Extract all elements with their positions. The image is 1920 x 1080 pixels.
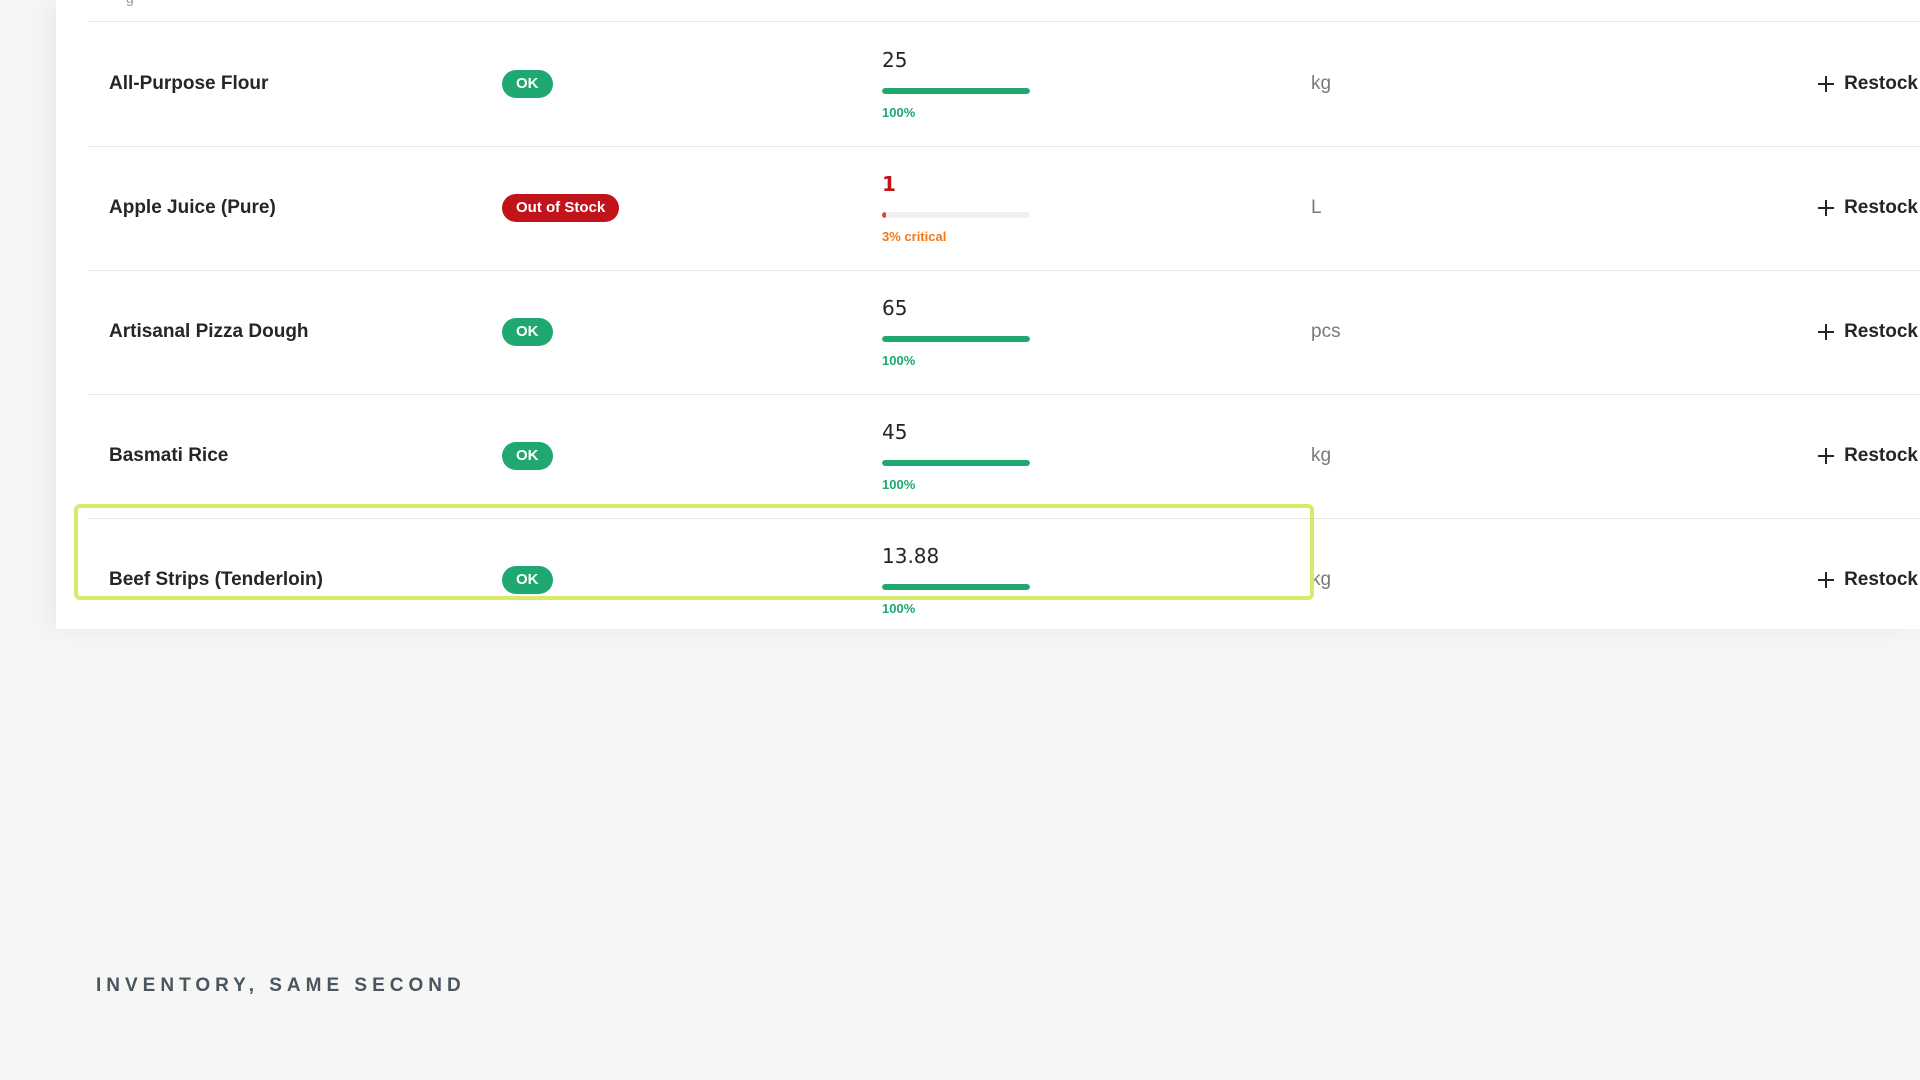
quantity-cell: 65 100%	[882, 270, 1042, 394]
item-name: Apple Juice (Pure)	[109, 197, 276, 218]
plus-icon	[1818, 200, 1835, 216]
inventory-panel: g All-Purpose Flour OK 25 100% kg Restoc…	[56, 0, 1920, 629]
stock-level-bar	[882, 212, 1030, 218]
table-row: Apple Juice (Pure) Out of Stock 1 3% cri…	[88, 146, 1920, 271]
plus-icon	[1818, 324, 1835, 340]
item-name: Beef Strips (Tenderloin)	[109, 569, 323, 590]
item-name: All-Purpose Flour	[109, 73, 269, 94]
restock-button[interactable]: Restock	[1810, 67, 1920, 101]
quantity-value: 45	[882, 420, 908, 444]
stock-level-fill	[882, 584, 1030, 590]
quantity-value: 25	[882, 48, 908, 72]
status-badge: OK	[502, 318, 553, 346]
restock-label: Restock	[1844, 569, 1918, 590]
restock-label: Restock	[1844, 197, 1918, 218]
stock-level-label: 100%	[882, 601, 916, 616]
quantity-cell: 1 3% critical	[882, 146, 1042, 270]
restock-button[interactable]: Restock	[1810, 191, 1920, 225]
screen: g All-Purpose Flour OK 25 100% kg Restoc…	[0, 0, 1920, 1080]
quantity-cell: 25 100%	[882, 22, 1042, 146]
restock-button[interactable]: Restock	[1810, 315, 1920, 349]
restock-button[interactable]: Restock	[1810, 439, 1920, 473]
stock-level-label: 100%	[882, 353, 916, 368]
stock-level-fill	[882, 88, 1030, 94]
restock-label: Restock	[1844, 73, 1918, 94]
table-row: All-Purpose Flour OK 25 100% kg Restock	[88, 22, 1920, 147]
stock-level-label: 100%	[882, 477, 916, 492]
status-badge: Out of Stock	[502, 194, 620, 222]
table-row: Beef Strips (Tenderloin) OK 13.88 100% k…	[88, 518, 1920, 629]
table-row: Basmati Rice OK 45 100% kg Restock	[88, 394, 1920, 519]
plus-icon	[1818, 76, 1835, 92]
unit-label: kg	[1311, 445, 1332, 466]
stock-level-fill	[882, 460, 1030, 466]
status-badge: OK	[502, 566, 553, 594]
unit-label: kg	[1311, 569, 1332, 590]
table-row: Artisanal Pizza Dough OK 65 100% pcs Res…	[88, 270, 1920, 395]
stock-level-label: 3% critical	[882, 229, 947, 244]
unit-label: pcs	[1311, 321, 1341, 342]
quantity-cell: 45 100%	[882, 394, 1042, 518]
stock-level-bar	[882, 460, 1030, 466]
stock-level-bar	[882, 88, 1030, 94]
restock-button[interactable]: Restock	[1810, 563, 1920, 597]
quantity-value: 1	[882, 172, 896, 196]
unit-label: kg	[1311, 73, 1332, 94]
quantity-cell: 13.88 100%	[882, 518, 1042, 629]
plus-icon	[1818, 448, 1835, 464]
unit-label: L	[1311, 197, 1322, 218]
status-badge: OK	[502, 70, 553, 98]
quantity-value: 13.88	[882, 544, 940, 568]
item-name: Basmati Rice	[109, 445, 229, 466]
stock-level-label: 100%	[882, 105, 916, 120]
item-name: Artisanal Pizza Dough	[109, 321, 309, 342]
stock-level-fill	[882, 212, 887, 218]
restock-label: Restock	[1844, 445, 1918, 466]
stock-level-bar	[882, 584, 1030, 590]
header-fragment: g	[126, 0, 134, 6]
stock-level-bar	[882, 336, 1030, 342]
caption-text: INVENTORY, SAME SECOND	[96, 975, 466, 996]
stock-level-fill	[882, 336, 1030, 342]
status-badge: OK	[502, 442, 553, 470]
plus-icon	[1818, 572, 1835, 588]
quantity-value: 65	[882, 296, 908, 320]
restock-label: Restock	[1844, 321, 1918, 342]
